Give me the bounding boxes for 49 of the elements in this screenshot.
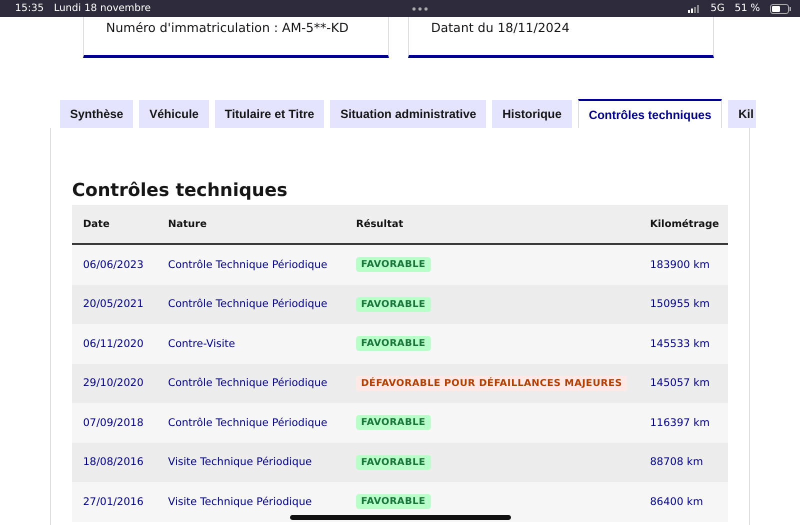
more-dots-icon[interactable] — [412, 6, 428, 10]
date-link[interactable]: 07/09/2018 — [72, 416, 157, 429]
tab[interactable]: Kil — [728, 100, 756, 128]
mileage-cell-text: 183900 km — [649, 258, 711, 271]
nature-link[interactable]: Contrôle Technique Périodique — [157, 416, 345, 429]
result-badge: FAVORABLE — [356, 454, 431, 470]
date-link[interactable]: 06/11/2020 — [72, 338, 157, 350]
result-badge: FAVORABLE — [356, 494, 431, 510]
mileage-cell-text: 145057 km — [649, 377, 711, 390]
tab[interactable]: Contrôles techniques — [578, 99, 722, 128]
network-label: 5G — [710, 3, 725, 14]
nature-link[interactable]: Contrôle Technique Périodique — [157, 377, 345, 390]
nature-link[interactable]: Contrôle Technique Périodique — [157, 298, 345, 310]
tab[interactable]: Véhicule — [139, 100, 209, 128]
date-link[interactable]: 06/06/2023 — [72, 258, 157, 271]
battery-icon — [770, 4, 792, 14]
result-badge: FAVORABLE — [356, 415, 431, 430]
nature-link[interactable]: Contrôle Technique Périodique — [157, 258, 345, 271]
column-header: Kilométrage — [649, 218, 720, 230]
result-badge: FAVORABLE — [356, 336, 431, 352]
nature-link[interactable]: Visite Technique Périodique — [157, 456, 345, 468]
date-link[interactable]: 27/01/2016 — [72, 496, 157, 508]
result-badge: DÉFAVORABLE POUR DÉFAILLANCES MAJEURES — [356, 376, 628, 391]
date-link[interactable]: 20/05/2021 — [72, 298, 157, 310]
date-link[interactable]: 29/10/2020 — [72, 377, 157, 390]
mileage-cell-text: 86400 km — [649, 496, 704, 508]
battery-percent: 51 % — [734, 3, 760, 14]
tab[interactable]: Titulaire et Titre — [214, 100, 324, 128]
mileage-cell-text: 145533 km — [649, 338, 711, 350]
tab[interactable]: Historique — [492, 100, 572, 128]
column-header: Résultat — [355, 218, 404, 230]
status-date: Lundi 18 novembre — [54, 3, 151, 14]
mileage-cell-text: 88708 km — [649, 456, 704, 468]
nature-link[interactable]: Contre-Visite — [157, 338, 345, 350]
result-badge: FAVORABLE — [356, 257, 431, 272]
mileage-cell-text: 116397 km — [649, 416, 711, 429]
tab[interactable]: Situation administrative — [330, 100, 486, 128]
column-header: Date — [82, 218, 111, 230]
nature-link[interactable]: Visite Technique Périodique — [157, 496, 345, 508]
mileage-cell-text: 150955 km — [649, 298, 711, 310]
tab[interactable]: Synthèse — [60, 100, 134, 128]
section-title: Contrôles techniques — [72, 180, 288, 201]
info-card: Datant du 18/11/2024 — [408, 17, 714, 58]
column-header: Nature — [167, 218, 208, 230]
result-badge: FAVORABLE — [356, 296, 431, 312]
status-time: 15:35 — [15, 3, 44, 14]
signal-icon — [688, 4, 700, 12]
info-card: Numéro d'immatriculation : AM-5**-KD — [83, 17, 389, 58]
date-link[interactable]: 18/08/2016 — [72, 456, 157, 468]
